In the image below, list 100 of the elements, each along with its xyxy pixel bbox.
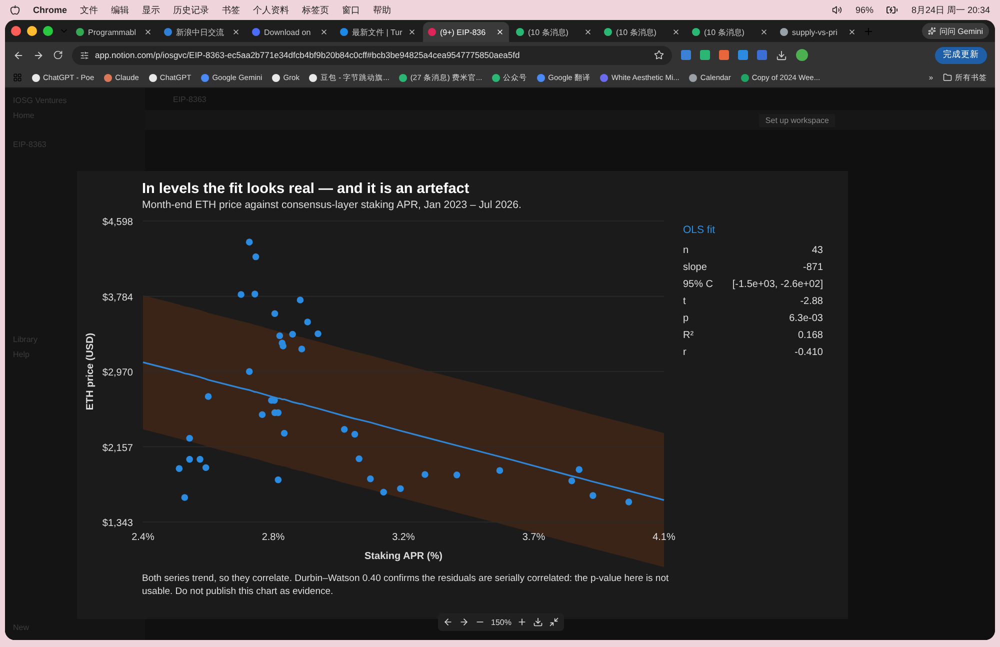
zoom-level: 150%: [491, 618, 512, 626]
setup-workspace-button[interactable]: Set up workspace: [759, 114, 835, 126]
site-settings-icon[interactable]: [80, 50, 89, 60]
close-icon[interactable]: [144, 28, 152, 36]
data-point: [258, 411, 266, 418]
menu-item[interactable]: 帮助: [373, 4, 392, 16]
browser-tab[interactable]: (9+) EIP-836: [423, 22, 509, 42]
browser-tab[interactable]: supply-vs-pri: [775, 22, 861, 42]
close-icon[interactable]: [760, 28, 768, 36]
x-tick-label: 2.4%: [132, 532, 154, 543]
menu-item[interactable]: 书签: [222, 4, 240, 16]
close-icon[interactable]: [232, 28, 240, 36]
data-point: [204, 393, 212, 400]
menu-item[interactable]: 个人资料: [253, 4, 290, 16]
stat-value: [-1.5e+03, -2.6e+02]: [732, 278, 823, 292]
data-point: [271, 310, 278, 318]
battery-icon: [886, 4, 898, 16]
data-point: [397, 485, 404, 492]
x-axis-title: Staking APR (%): [364, 551, 442, 562]
x-tick-label: 3.2%: [392, 532, 415, 543]
close-icon[interactable]: [320, 28, 328, 36]
data-point: [340, 426, 348, 433]
data-point: [280, 430, 288, 437]
data-point: [367, 475, 374, 482]
stat-value: 6.3e-03: [789, 312, 823, 326]
apple-icon: [10, 5, 20, 15]
stat-label: n: [683, 244, 689, 258]
data-point: [453, 472, 460, 478]
data-point: [296, 296, 304, 304]
forward-icon[interactable]: [33, 50, 44, 60]
profile-avatar[interactable]: [796, 49, 808, 61]
reload-icon[interactable]: [53, 50, 63, 60]
data-point: [380, 488, 387, 496]
y-tick-label: $2,970: [102, 368, 133, 378]
zoom-window-button[interactable]: [43, 26, 53, 36]
gemini-button[interactable]: 问问 Gemini: [922, 23, 989, 39]
data-point: [356, 455, 362, 462]
browser-tab[interactable]: (10 条消息): [511, 22, 597, 42]
data-point: [304, 318, 311, 326]
menu-clock[interactable]: 8月24日 周一 20:34: [911, 4, 990, 16]
chart-title: In levels the fit looks real — and it is an artefact: [142, 180, 470, 198]
chart-subtitle: Month-end ETH price against consensus-layer staking APR, Jan 2023 – Jul 2026.: [142, 198, 522, 212]
data-point: [246, 368, 253, 375]
close-icon[interactable]: [584, 28, 592, 36]
minimize-window-button[interactable]: [27, 26, 37, 36]
y-tick-label: $3,784: [102, 292, 133, 304]
chart-caption: Both series trend, so they correlate. Durbin–Watson 0.40 confirms the residuals are serially correlated: the p-value here is not usable. Do not publish this chart as evidence.: [142, 572, 670, 598]
next-icon[interactable]: [459, 617, 469, 627]
menu-item[interactable]: 标签页: [302, 4, 330, 16]
close-icon[interactable]: [408, 28, 416, 36]
y-tick-label: $2,157: [102, 442, 133, 454]
bookmark-star-icon[interactable]: [654, 50, 664, 60]
menu-item[interactable]: 窗口: [342, 4, 360, 16]
browser-tab[interactable]: 最新文件 | Tur: [335, 22, 421, 42]
app-menu[interactable]: Chrome: [33, 5, 68, 15]
data-point: [568, 477, 576, 484]
close-window-button[interactable]: [11, 26, 21, 36]
menu-item[interactable]: 历史记录: [173, 4, 210, 16]
stat-value: -2.88: [800, 295, 823, 309]
menu-item[interactable]: 显示: [142, 4, 160, 16]
data-point: [314, 330, 322, 338]
download-icon[interactable]: [533, 617, 544, 627]
stat-label: t: [683, 295, 686, 309]
y-tick-label: $1,343: [102, 518, 133, 529]
browser-tab[interactable]: Download on: [247, 22, 333, 42]
address-bar[interactable]: app.notion.com/p/iosgvc/EIP-8363-ec5aa2b771e34dfcb4bf9b20b84c0cff#bcb3be94825a4cea9547775850aea5fd: [72, 46, 672, 64]
close-icon[interactable]: [672, 28, 680, 36]
download-icon[interactable]: [776, 50, 787, 60]
stats-title: OLS fit: [683, 224, 716, 236]
battery-percent: 96%: [855, 5, 874, 15]
stat-value: 0.168: [798, 329, 823, 343]
close-icon[interactable]: [848, 28, 856, 36]
sparkle-icon: [928, 27, 936, 35]
data-point: [590, 492, 596, 499]
folder-icon: [943, 73, 952, 82]
back-icon[interactable]: [13, 50, 24, 60]
data-point: [246, 238, 253, 246]
stat-value: 43: [812, 244, 823, 258]
stat-value: -871: [802, 261, 823, 275]
browser-tab[interactable]: Programmabl: [71, 22, 157, 42]
stat-label: r: [683, 346, 686, 360]
x-tick-label: 3.7%: [522, 532, 546, 543]
browser-tab[interactable]: (10 条消息): [599, 22, 685, 42]
stat-label: slope: [683, 261, 707, 275]
update-button[interactable]: 完成更新: [935, 46, 987, 64]
browser-tab[interactable]: 新浪中日交流: [159, 22, 245, 42]
data-point: [238, 291, 244, 298]
y-axis-title: ETH price (USD): [85, 332, 96, 410]
browser-tab[interactable]: (10 条消息): [687, 22, 773, 42]
speaker-icon[interactable]: [832, 5, 842, 15]
data-point: [625, 498, 632, 506]
collapse-icon[interactable]: [549, 617, 560, 627]
x-tick-label: 2.8%: [262, 532, 285, 543]
menu-item[interactable]: 编辑: [111, 4, 130, 16]
previous-icon[interactable]: [443, 617, 453, 627]
zoom-in-icon[interactable]: [517, 617, 528, 627]
data-point: [289, 330, 296, 338]
data-point: [176, 465, 183, 472]
menu-item[interactable]: 文件: [80, 4, 98, 16]
data-point: [181, 494, 188, 501]
